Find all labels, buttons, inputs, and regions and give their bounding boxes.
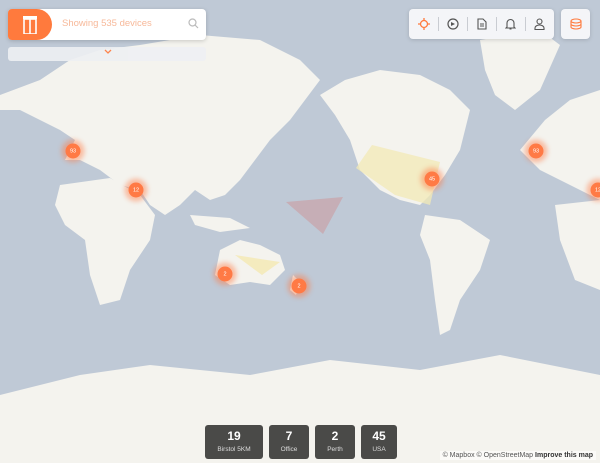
logo-icon [23, 15, 37, 34]
user-icon [534, 18, 545, 30]
dashboard-icon [446, 18, 459, 30]
mapbox-link[interactable]: © Mapbox [443, 452, 475, 459]
stat-card[interactable]: 19 Birstol 5KM [205, 425, 263, 459]
stat-label: Office [280, 446, 298, 453]
stat-label: Birstol 5KM [217, 446, 251, 453]
stat-card[interactable]: 2 Perth [315, 425, 355, 459]
stats-bar: 19 Birstol 5KM 7 Office 2 Perth 45 USA [205, 425, 397, 459]
geofence-pacific[interactable] [286, 197, 343, 234]
stat-card[interactable]: 45 USA [361, 425, 397, 459]
search-bar[interactable]: Showing 535 devices [8, 9, 206, 40]
stat-value: 2 [331, 429, 339, 443]
cluster-marker[interactable]: 93 [65, 143, 81, 159]
search-icon[interactable] [188, 18, 199, 29]
stat-card[interactable]: 7 Office [269, 425, 309, 459]
layers-button[interactable] [561, 9, 590, 39]
search-input[interactable]: Showing 535 devices [62, 18, 152, 29]
land [0, 30, 600, 463]
stat-value: 45 [372, 429, 386, 443]
report-button[interactable] [467, 9, 496, 39]
locate-button[interactable] [409, 9, 438, 39]
chevron-down-icon [104, 49, 112, 54]
cluster-marker[interactable]: 2 [217, 266, 233, 282]
cluster-marker[interactable]: 45 [424, 171, 440, 187]
stat-value: 19 [227, 429, 241, 443]
notifications-button[interactable] [496, 9, 525, 39]
cluster-marker[interactable]: 12 [590, 182, 600, 198]
cluster-marker[interactable]: 2 [291, 278, 307, 294]
map-attribution: © Mapbox © OpenStreetMap Improve this ma… [439, 451, 596, 460]
layers-icon [569, 18, 582, 30]
improve-map-link[interactable]: Improve this map [535, 452, 593, 459]
bell-icon [505, 18, 516, 30]
cluster-marker[interactable]: 93 [528, 143, 544, 159]
dashboard-button[interactable] [438, 9, 467, 39]
osm-link[interactable]: © OpenStreetMap [477, 452, 534, 459]
stat-value: 7 [285, 429, 293, 443]
world-map[interactable] [0, 0, 600, 463]
locate-icon [417, 18, 430, 30]
stat-label: Perth [327, 446, 343, 453]
toolbar [409, 9, 554, 39]
app-logo[interactable] [8, 9, 52, 40]
cluster-marker[interactable]: 12 [128, 182, 144, 198]
report-icon [476, 18, 487, 30]
stat-label: USA [372, 446, 386, 453]
user-button[interactable] [525, 9, 554, 39]
filter-dropdown[interactable] [8, 47, 206, 61]
